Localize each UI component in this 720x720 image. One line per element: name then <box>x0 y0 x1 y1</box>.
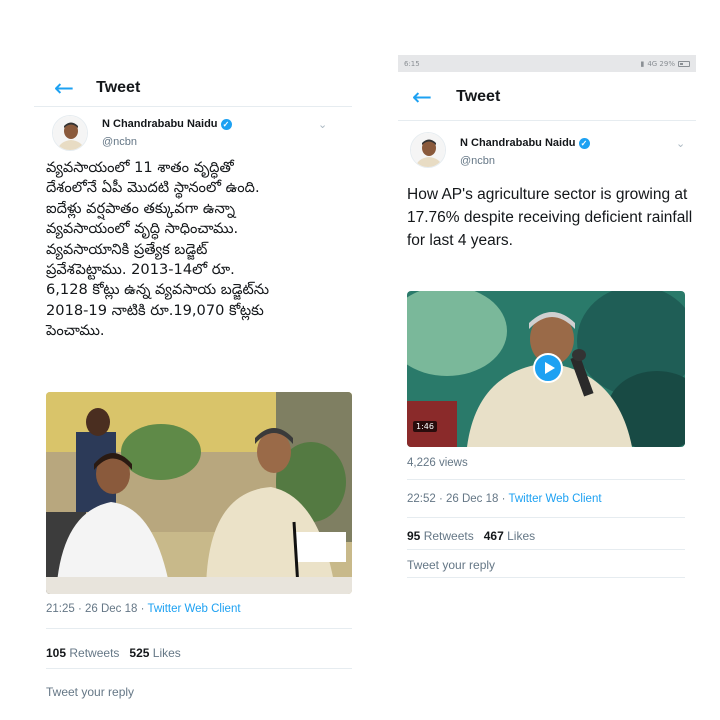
tweet-timestamp: 21:25 · 26 Dec 18 · Twitter Web Client <box>46 603 241 615</box>
tweet-line: ఐదేళ్లు వర్షపాతం తక్కువగా ఉన్నా <box>46 199 236 217</box>
tweet-text: How AP's agriculture sector is growing a… <box>407 186 693 249</box>
avatar[interactable] <box>410 132 446 168</box>
signal-icon: ▮ <box>640 59 645 68</box>
retweets-label: Retweets <box>69 646 120 660</box>
header-title: Tweet <box>96 79 141 96</box>
left-tweet-screenshot: ← Tweet N Chandrababu Naidu ✓ @ncbn ⌄ వ్య… <box>34 60 352 720</box>
reply-input[interactable]: Tweet your reply <box>46 685 134 699</box>
avatar-image <box>411 133 445 167</box>
avatar-image <box>53 116 87 150</box>
stats-divider <box>46 668 352 669</box>
client-link[interactable]: Twitter Web Client <box>147 603 240 615</box>
likes-stat[interactable]: 525 Likes <box>129 646 180 660</box>
header-divider <box>398 120 696 121</box>
tweet-line: వ్యవసాయంలో వృద్ధి సాధించాము. <box>46 220 239 238</box>
retweets-stat[interactable]: 95 Retweets <box>407 529 474 543</box>
retweets-count: 95 <box>407 529 421 543</box>
stats-divider <box>407 549 685 550</box>
author-handle[interactable]: @ncbn <box>102 136 137 148</box>
tweet-text: వ్యవసాయంలో 11 శాతం వృద్ధితో దేశంలోనే ఏపీ… <box>46 158 346 342</box>
status-bar: 6:15 ▮ 4G 29% <box>398 55 696 72</box>
retweets-stat[interactable]: 105 Retweets <box>46 646 119 660</box>
battery-icon <box>678 60 690 67</box>
tweet-line: 2018-19 నాటికి రూ.19,070 కోట్లకు <box>46 301 264 319</box>
right-header: ← Tweet <box>412 85 500 109</box>
right-tweet-screenshot: 6:15 ▮ 4G 29% ← Tweet N Chandrababu Naid… <box>398 55 696 595</box>
likes-label: Likes <box>152 646 181 660</box>
tweet-line: 6,128 కోట్లు ఉన్న వ్యవసాయ బడ్జెట్‌ను <box>46 281 270 299</box>
verified-badge-icon: ✓ <box>578 137 590 149</box>
video-views: 4,226 views <box>407 457 468 469</box>
author-handle[interactable]: @ncbn <box>460 155 495 167</box>
tweet-timestamp: 22:52 · 26 Dec 18 · Twitter Web Client <box>407 493 602 505</box>
tweet-line: పెంచాము. <box>46 322 105 340</box>
likes-label: Likes <box>507 529 536 543</box>
tweet-stats: 95 Retweets 467 Likes <box>407 529 535 543</box>
tweet-line: ప్రవేశపెట్టాము. 2013-14లో రూ. <box>46 261 235 279</box>
verified-badge-icon: ✓ <box>220 118 232 130</box>
client-link[interactable]: Twitter Web Client <box>508 493 601 505</box>
likes-count: 525 <box>129 646 150 660</box>
header-divider <box>34 106 352 107</box>
meta-divider <box>407 517 685 518</box>
play-icon[interactable] <box>533 353 563 383</box>
chevron-down-icon[interactable]: ⌄ <box>318 118 327 131</box>
back-arrow-icon[interactable]: ← <box>412 85 432 109</box>
reply-input[interactable]: Tweet your reply <box>407 558 495 572</box>
chevron-down-icon[interactable]: ⌄ <box>676 137 685 150</box>
author-name-text: N Chandrababu Naidu <box>460 137 576 149</box>
header-title: Tweet <box>456 88 501 105</box>
tweet-line: వ్యవసాయంలో 11 శాతం వృద్ధితో <box>46 159 234 176</box>
video-duration: 1:46 <box>413 421 437 432</box>
tweet-photo[interactable] <box>46 392 352 594</box>
back-arrow-icon[interactable]: ← <box>54 76 74 100</box>
meta-divider <box>46 628 352 629</box>
reply-divider <box>407 577 685 578</box>
tweet-line: వ్యవసాయానికి ప్రత్యేక బడ్జెట్ <box>46 240 208 258</box>
views-divider <box>407 479 685 480</box>
left-header: ← Tweet <box>54 76 140 100</box>
author-name[interactable]: N Chandrababu Naidu ✓ <box>102 118 232 130</box>
tweet-line: దేశంలోనే ఏపీ మొదటి స్థానంలో ఉంది. <box>46 179 260 197</box>
tweet-stats: 105 Retweets 525 Likes <box>46 646 181 660</box>
tweet-video[interactable]: 1:46 <box>407 291 685 447</box>
timestamp-text: 21:25 · 26 Dec 18 · <box>46 603 148 615</box>
likes-stat[interactable]: 467 Likes <box>484 529 535 543</box>
author-name[interactable]: N Chandrababu Naidu ✓ <box>460 137 590 149</box>
status-icons: ▮ 4G 29% <box>640 60 690 68</box>
author-name-text: N Chandrababu Naidu <box>102 118 218 130</box>
meeting-photo <box>46 392 352 594</box>
retweets-count: 105 <box>46 646 67 660</box>
timestamp-text: 22:52 · 26 Dec 18 · <box>407 493 509 505</box>
likes-count: 467 <box>483 529 504 543</box>
status-icons-text: 4G 29% <box>647 59 675 68</box>
status-time: 6:15 <box>404 59 420 68</box>
retweets-label: Retweets <box>423 529 474 543</box>
avatar[interactable] <box>52 115 88 151</box>
